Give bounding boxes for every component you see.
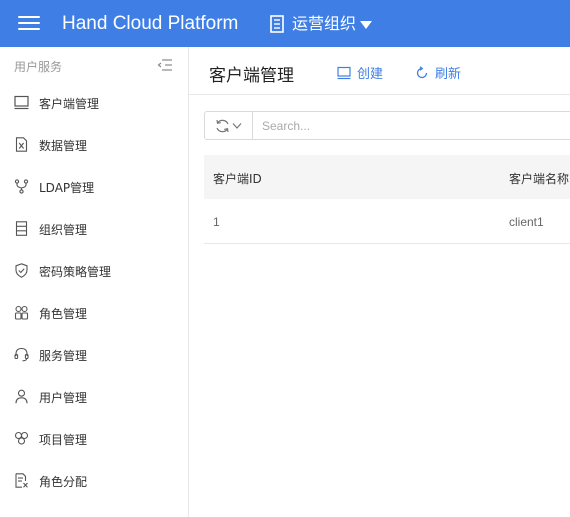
user-icon (15, 389, 28, 404)
sidebar-item-ldap-management[interactable]: LDAP管理 (0, 166, 188, 208)
excel-file-icon (15, 137, 28, 152)
org-switcher[interactable]: 运营组织 (270, 12, 373, 36)
sidebar-item-label: LDAP管理 (39, 181, 95, 195)
sync-dropdown-button[interactable] (205, 112, 253, 139)
refresh-button-label: 刷新 (435, 67, 462, 82)
sidebar: 用户服务 客户端管理 数据管理 LDAP管理 组织管理 密码策略管理 角色管理 … (0, 47, 189, 517)
main-content: 客户端管理 创建 刷新 Search... 客户端ID 客户端名称 1 clie… (189, 47, 570, 517)
collapse-menu-icon[interactable] (157, 58, 173, 72)
create-button[interactable]: 创建 (337, 63, 383, 82)
table-row[interactable]: 1 client1 (204, 199, 570, 244)
app-title: Hand Cloud Platform (62, 13, 239, 34)
sidebar-item-label: 密码策略管理 (39, 265, 112, 279)
sidebar-item-label: 服务管理 (39, 349, 88, 363)
table-header-row: 客户端ID 客户端名称 (204, 155, 570, 199)
column-header-client-name[interactable]: 客户端名称 (509, 170, 569, 187)
create-button-label: 创建 (357, 67, 384, 82)
sidebar-item-label: 客户端管理 (39, 97, 100, 111)
branch-icon (14, 179, 29, 194)
building-icon (270, 15, 284, 33)
sidebar-item-label: 组织管理 (39, 223, 88, 237)
sidebar-item-password-policy[interactable]: 密码策略管理 (0, 250, 188, 292)
people-icon (14, 305, 29, 320)
sidebar-item-role-assignment[interactable]: 角色分配 (0, 460, 188, 502)
sidebar-item-client-management[interactable]: 客户端管理 (0, 82, 188, 124)
page-title: 客户端管理 (209, 66, 294, 86)
sidebar-item-label: 数据管理 (39, 139, 88, 153)
page-header: 客户端管理 创建 刷新 (189, 47, 570, 95)
sidebar-item-data-management[interactable]: 数据管理 (0, 124, 188, 166)
sidebar-header: 用户服务 (0, 47, 188, 85)
sidebar-item-label: 用户管理 (39, 391, 88, 405)
building-icon (15, 221, 28, 236)
headset-icon (14, 347, 29, 362)
org-name: 运营组织 (292, 14, 357, 33)
hamburger-menu-icon[interactable] (18, 14, 40, 32)
search-input[interactable] (253, 112, 570, 139)
column-header-client-id[interactable]: 客户端ID (213, 170, 262, 187)
sidebar-item-label: 角色分配 (39, 475, 88, 489)
sidebar-item-org-management[interactable]: 组织管理 (0, 208, 188, 250)
cluster-icon (14, 431, 29, 445)
sidebar-item-role-management[interactable]: 角色管理 (0, 292, 188, 334)
sync-icon (216, 119, 242, 133)
refresh-icon (416, 65, 428, 78)
monitor-icon (337, 66, 351, 79)
sidebar-item-project-management[interactable]: 项目管理 (0, 418, 188, 460)
caret-down-icon (360, 21, 373, 29)
top-bar: Hand Cloud Platform 运营组织 (0, 0, 570, 47)
role-assign-icon (15, 473, 28, 488)
sidebar-item-label: 角色管理 (39, 307, 88, 321)
cell-client-id: 1 (213, 215, 220, 229)
search-bar (204, 111, 570, 140)
sidebar-item-label: 项目管理 (39, 433, 88, 447)
cell-client-name: client1 (509, 215, 544, 229)
monitor-icon (14, 95, 29, 110)
sidebar-item-service-management[interactable]: 服务管理 (0, 334, 188, 376)
shield-check-icon (15, 263, 28, 278)
sidebar-section-title: 用户服务 (14, 60, 63, 74)
sidebar-item-user-management[interactable]: 用户管理 (0, 376, 188, 418)
refresh-button[interactable]: 刷新 (415, 63, 461, 82)
